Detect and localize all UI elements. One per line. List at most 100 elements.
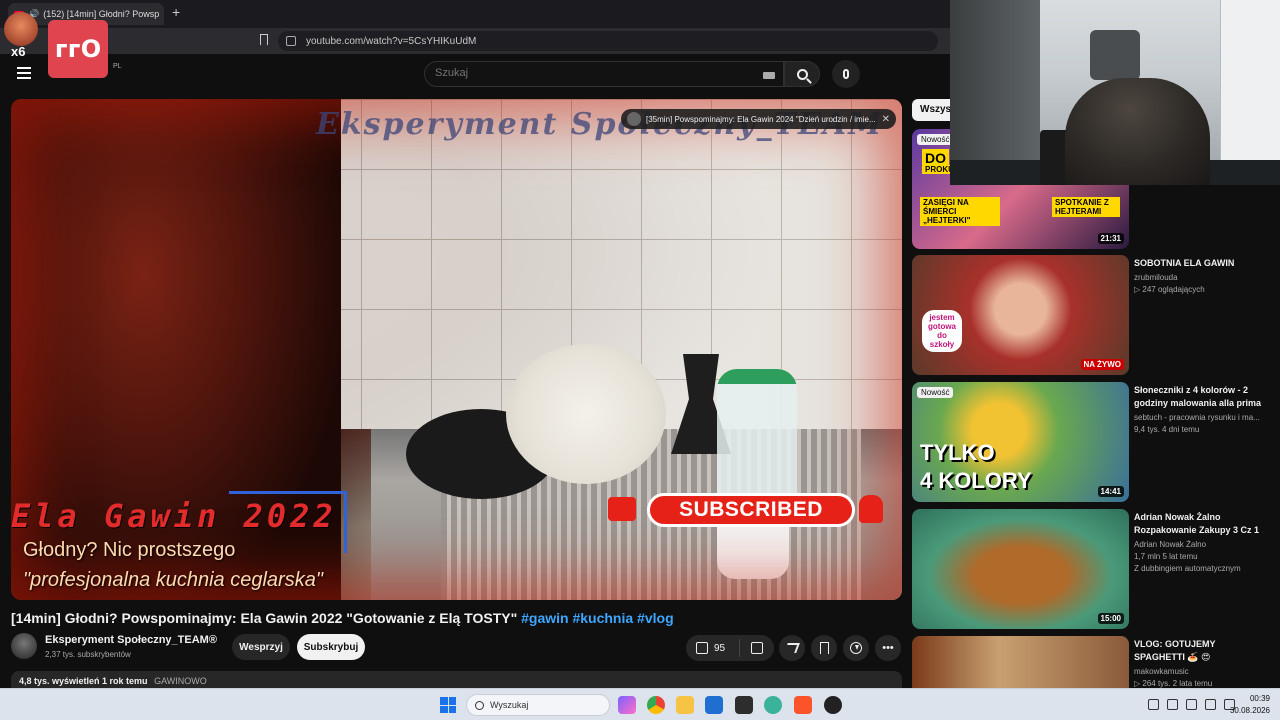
like-dislike-group: 95 [686, 635, 774, 661]
url-field[interactable]: youtube.com/watch?v=5CsYHIKuUdM [278, 31, 938, 51]
recommended-title[interactable]: SOBOTNIA ELA GAWIN [1134, 257, 1268, 270]
webcam-chair [1090, 30, 1140, 80]
webcam-overlay [950, 0, 1280, 185]
region-code: PL [113, 63, 122, 70]
channel-avatar[interactable] [11, 633, 37, 659]
chevron-up-icon[interactable] [1148, 699, 1159, 710]
recommended-video[interactable]: jestem gotowa do szkoły NA ŻYWO SOBOTNIA… [912, 255, 1272, 375]
recommended-thumbnail[interactable]: TYLKO 4 KOLORY Nowość 14:41 [912, 382, 1129, 502]
card-avatar [627, 112, 641, 126]
recommended-channel[interactable]: sebtuch - pracownia rysunku i ma... [1134, 413, 1268, 422]
save-button[interactable] [811, 635, 837, 661]
recommended-stats: 1,7 mln 5 lat temu [1134, 552, 1198, 561]
bookmark-icon[interactable] [260, 34, 268, 45]
card-teaser-text: [35min] Powspominajmy: Ela Gawin 2024 "D… [646, 114, 876, 124]
channel-name[interactable]: Eksperyment Społeczny_TEAM® [45, 634, 217, 646]
keyboard-icon[interactable] [763, 72, 775, 79]
video-player[interactable]: Eksperyment Społeczny_TEAM Ela Gawin 202… [11, 99, 902, 600]
site-info-icon[interactable] [286, 36, 296, 46]
overlay-subtitle-1: Głodny? Nic prostszego [23, 539, 236, 561]
download-button[interactable] [843, 635, 869, 661]
recommended-video[interactable]: TYLKO 4 KOLORY Nowość 14:41 Słoneczniki … [912, 382, 1272, 502]
duration-badge: 14:41 [1097, 486, 1124, 497]
recommended-thumbnail[interactable] [912, 636, 1129, 688]
system-tray [1148, 699, 1235, 710]
store-icon[interactable] [705, 696, 723, 714]
youtube-masthead: e PL [0, 54, 950, 94]
taskbar-search[interactable]: Wyszukaj [466, 694, 610, 716]
subscribed-banner: SUBSCRIBED [647, 493, 855, 527]
multiplier-label: x6 [11, 44, 26, 59]
menu-icon[interactable] [17, 67, 31, 82]
voice-search-button[interactable] [832, 60, 860, 88]
dislike-button[interactable] [740, 642, 774, 654]
windows-start-icon[interactable] [440, 697, 456, 713]
card-close-icon[interactable]: ✕ [882, 114, 890, 125]
taskbar-search-icon [475, 700, 484, 710]
bell-graphic-icon [859, 495, 883, 523]
recommended-channel[interactable]: Adrian Nowak Żalno [1134, 540, 1268, 549]
search-button[interactable] [784, 61, 820, 87]
tab-close-icon[interactable]: ✕ [163, 8, 164, 21]
video-hashtags[interactable]: #gawin #kuchnia #vlog [521, 610, 674, 626]
like-count: 95 [714, 642, 726, 654]
search-box[interactable] [424, 61, 784, 87]
recommended-video[interactable]: VLOG: GOTUJEMY SPAGHETTI 🍝 😍 makowkamusi… [912, 636, 1272, 688]
app-a-icon[interactable] [735, 696, 753, 714]
support-button[interactable]: Wesprzyj [232, 634, 290, 660]
recommended-stats: 9,4 tys. 4 dni temu [1134, 425, 1200, 434]
recommended-title[interactable]: Adrian Nowak Żalno Rozpakowanie Zakupy 3… [1134, 511, 1268, 537]
thumb-text: ZASIĘGI NA ŚMIERCI „HEJTERKI" [920, 197, 1000, 226]
new-badge: Nowość [917, 134, 954, 145]
address-bar: youtube.com/watch?v=5CsYHIKuUdM [0, 28, 950, 54]
recommended-title[interactable]: Słoneczniki z 4 kolorów - 2 godziny malo… [1134, 384, 1268, 410]
new-badge: Nowość [917, 387, 954, 398]
webcam-person [1065, 78, 1210, 185]
share-button[interactable] [779, 635, 805, 661]
recommended-thumbnail[interactable]: jestem gotowa do szkoły NA ŻYWO [912, 255, 1129, 375]
thumb-text: 4 KOLORY [920, 468, 1032, 493]
overlay-title: Ela Gawin 2022 [11, 497, 337, 535]
recommended-channel[interactable]: makowkamusic [1134, 667, 1268, 676]
recommended-meta: Adrian Nowak Żalno Rozpakowanie Zakupy 3… [1134, 511, 1268, 573]
recommended-thumbnail[interactable]: 15:00 [912, 509, 1129, 629]
taskbar-search-label: Wyszukaj [490, 700, 529, 710]
recommended-stats: ▷ 247 oglądających [1134, 285, 1205, 294]
duration-badge: 15:00 [1097, 613, 1124, 624]
windows-taskbar: Wyszukaj 00:39 30.08.2026 [0, 688, 1280, 720]
end-card-teaser[interactable]: [35min] Powspominajmy: Ela Gawin 2024 "D… [621, 109, 896, 129]
search-icon [796, 68, 808, 80]
recommended-channel[interactable]: zrubmilouda [1134, 273, 1268, 282]
description-hashtag[interactable]: GAWINOWO [154, 676, 207, 686]
microphone-tray-icon[interactable] [1167, 699, 1178, 710]
copilot-icon[interactable] [618, 696, 636, 714]
tab-title: (152) [14min] Głodni? Powsp [43, 9, 160, 19]
recommended-meta: VLOG: GOTUJEMY SPAGHETTI 🍝 😍 makowkamusi… [1134, 638, 1268, 688]
recommended-stats: ▷ 264 tys. 2 lata temu [1134, 679, 1213, 688]
app-globe-icon[interactable] [764, 696, 782, 714]
brave-icon[interactable] [794, 696, 812, 714]
streamer-face-icon [4, 12, 38, 46]
file-explorer-icon[interactable] [676, 696, 694, 714]
download-icon [850, 642, 862, 654]
subscribe-button[interactable]: Subskrybuj [297, 634, 365, 660]
url-text: youtube.com/watch?v=5CsYHIKuUdM [306, 35, 477, 47]
dubbing-label: Z dubbingiem automatycznym [1134, 564, 1241, 573]
recommended-meta: SOBOTNIA ELA GAWIN zrubmilouda ▷ 247 ogl… [1134, 257, 1268, 294]
monitor-icon[interactable] [1205, 699, 1216, 710]
chrome-icon[interactable] [647, 696, 665, 714]
network-icon[interactable] [1186, 699, 1197, 710]
like-button[interactable]: 95 [686, 639, 740, 657]
thumbs-down-icon [751, 642, 763, 654]
recommended-video[interactable]: 15:00 Adrian Nowak Żalno Rozpakowanie Za… [912, 509, 1272, 629]
thumbs-up-icon [696, 642, 708, 654]
search-input[interactable] [435, 67, 577, 79]
clock[interactable]: 00:39 30.08.2026 [1230, 693, 1270, 717]
recommended-title[interactable]: VLOG: GOTUJEMY SPAGHETTI 🍝 😍 [1134, 638, 1268, 664]
overlay-subtitle-2: "profesjonalna kuchnia ceglarska" [23, 569, 323, 591]
obs-icon[interactable] [824, 696, 842, 714]
clock-date: 30.08.2026 [1229, 706, 1270, 715]
new-tab-icon[interactable]: + [172, 4, 180, 20]
subscriber-count: 2,37 tys. subskrybentów [45, 650, 131, 659]
more-actions-button[interactable]: ••• [875, 635, 901, 661]
